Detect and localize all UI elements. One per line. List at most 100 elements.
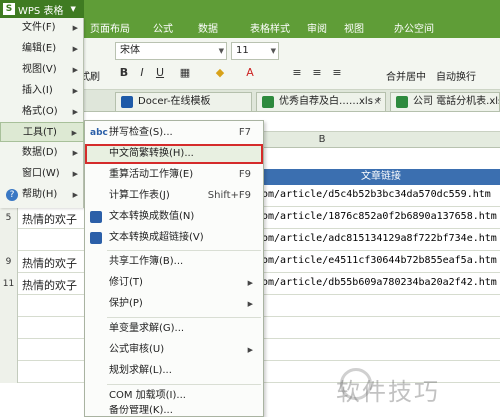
submenu-label: 文本转换成数值(N) (109, 211, 195, 222)
menu-office-space[interactable]: 办公空间 (394, 20, 434, 35)
chevron-right-icon: ▶ (72, 24, 78, 32)
cell-b[interactable]: om/article/e4511cf30644b72b855eaf5a.htm (262, 255, 497, 266)
row-number[interactable] (0, 361, 18, 383)
menu-item-help[interactable]: ? 帮助(H) ▶ (0, 185, 84, 205)
submenu-revision[interactable]: 修订(T) ▶ (85, 273, 263, 293)
submenu-chinese-conversion[interactable]: 中文简繁转换(H)... (85, 144, 263, 164)
tab-self-recommend[interactable]: 优秀自荐及白……xls * × (256, 92, 386, 111)
chevron-right-icon: ▶ (72, 108, 78, 116)
border-icon[interactable]: ▦ (178, 66, 192, 80)
submenu-text-to-number[interactable]: 文本转换成数值(N) (85, 207, 263, 227)
chevron-down-icon: ▼ (70, 5, 76, 13)
submenu-com-addins[interactable]: COM 加载项(I)... (85, 386, 263, 406)
submenu-label: 公式审核(U) (109, 344, 165, 355)
menu-item-label: 工具(T) (23, 127, 57, 138)
tab-label: 优秀自荐及白……xls * (279, 96, 382, 107)
row-number[interactable]: 5 (0, 207, 18, 229)
submenu-formula-audit[interactable]: 公式审核(U) ▶ (85, 340, 263, 360)
chevron-right-icon: ▶ (72, 45, 78, 53)
menu-table-style[interactable]: 表格样式 (250, 20, 290, 35)
submenu-recalc-workbook[interactable]: 重算活动工作簿(E) F9 (85, 165, 263, 185)
spellcheck-icon: abc (90, 128, 108, 138)
cell-a[interactable]: 热情的欢子 (22, 211, 77, 227)
cell-b[interactable]: om/article/d5c4b52b3bc34da570dc559.htm (262, 189, 491, 200)
menu-review[interactable]: 审阅 (307, 20, 327, 35)
wps-main-menu: 文件(F) ▶ 编辑(E) ▶ 视图(V) ▶ 插入(I) ▶ 格式(O) ▶ … (0, 18, 84, 208)
menu-item-label: 视图(V) (22, 64, 57, 75)
menu-item-edit[interactable]: 编辑(E) ▶ (0, 39, 84, 59)
chevron-down-icon[interactable]: ▼ (219, 43, 224, 59)
merge-center-button[interactable]: 合并居中 (386, 68, 426, 83)
chevron-right-icon: ▶ (72, 149, 78, 157)
menu-data[interactable]: 数据 (198, 20, 218, 35)
menu-item-label: 数据(D) (22, 147, 58, 158)
submenu-label: 单变量求解(G)... (109, 323, 185, 334)
submenu-solver[interactable]: 规划求解(L)... (85, 361, 263, 381)
row-number[interactable] (0, 295, 18, 317)
italic-button[interactable]: I (135, 66, 149, 80)
submenu-label: 中文简繁转换(H)... (109, 148, 194, 159)
menu-item-window[interactable]: 窗口(W) ▶ (0, 164, 84, 184)
menu-item-file[interactable]: 文件(F) ▶ (0, 18, 84, 38)
submenu-label: 计算工作表(J) (109, 190, 170, 201)
font-size-select[interactable]: 11 ▼ (231, 42, 279, 60)
submenu-backup[interactable]: 备份管理(K)... (85, 405, 263, 417)
submenu-label: 保护(P) (109, 298, 143, 309)
font-name-select[interactable]: 宋体 ▼ (115, 42, 227, 60)
help-icon: ? (6, 189, 18, 201)
tab-phone-extension[interactable]: 公司 電話分机表.xls (390, 92, 500, 111)
menu-item-label: 插入(I) (22, 85, 53, 96)
fill-color-icon[interactable]: ◆ (213, 66, 227, 80)
header-cell-article-link[interactable]: 文章链接 (262, 169, 500, 185)
row-number[interactable]: 9 (0, 251, 18, 273)
menu-item-format[interactable]: 格式(O) ▶ (0, 102, 84, 122)
tab-docer[interactable]: Docer-在线模板 (115, 92, 252, 111)
submenu-share-workbook[interactable]: 共享工作簿(B)... (85, 252, 263, 272)
underline-button[interactable]: U (153, 66, 167, 80)
row-number[interactable]: 11 (0, 273, 18, 295)
menu-view[interactable]: 视图 (344, 20, 364, 35)
submenu-goal-seek[interactable]: 单变量求解(G)... (85, 319, 263, 339)
watermark-text: 软件技巧 (336, 378, 440, 406)
submenu-label: 拼写检查(S)... (109, 127, 173, 138)
menu-formula[interactable]: 公式 (153, 20, 173, 35)
menu-item-data[interactable]: 数据(D) ▶ (0, 143, 84, 163)
cell-a[interactable]: 热情的欢子 (22, 277, 77, 293)
menu-item-tools[interactable]: 工具(T) ▶ (0, 122, 84, 142)
menu-separator (107, 250, 261, 251)
menu-item-insert[interactable]: 插入(I) ▶ (0, 81, 84, 101)
chevron-right-icon: ▶ (71, 129, 77, 137)
cell-a[interactable]: 热情的欢子 (22, 255, 77, 271)
chevron-down-icon[interactable]: ▼ (271, 43, 276, 59)
submenu-text-to-hyperlink[interactable]: 文本转换成超链接(V) (85, 228, 263, 248)
submenu-spellcheck[interactable]: abc 拼写检查(S)... F7 (85, 123, 263, 143)
align-left-icon[interactable]: ≡ (290, 66, 304, 80)
excel-icon (262, 96, 274, 108)
wrap-text-button[interactable]: 自动换行 (436, 68, 476, 83)
cell-b[interactable]: om/article/adc815134129a8f722bf734e.htm (262, 233, 497, 244)
submenu-calc-sheet[interactable]: 计算工作表(J) Shift+F9 (85, 186, 263, 206)
close-icon[interactable]: × (373, 93, 381, 111)
submenu-label: 重算活动工作簿(E) (109, 169, 194, 180)
menu-item-label: 帮助(H) (22, 189, 58, 200)
menu-separator (107, 317, 261, 318)
menu-item-view[interactable]: 视图(V) ▶ (0, 60, 84, 80)
wps-menu-button[interactable]: S WPS 表格 ▼ (0, 0, 84, 18)
row-number[interactable] (0, 339, 18, 361)
cell-b[interactable]: om/article/db55b609a780234ba20a2f42.htm (262, 277, 497, 288)
menu-page-layout[interactable]: 页面布局 (90, 20, 130, 35)
align-right-icon[interactable]: ≡ (330, 66, 344, 80)
chevron-right-icon: ▶ (247, 279, 253, 287)
chevron-right-icon: ▶ (72, 87, 78, 95)
menu-item-label: 文件(F) (22, 22, 56, 33)
font-color-icon[interactable]: A (243, 66, 257, 80)
row-number[interactable] (0, 317, 18, 339)
align-center-icon[interactable]: ≡ (310, 66, 324, 80)
bold-button[interactable]: B (117, 66, 131, 80)
docer-icon (121, 96, 133, 108)
row-number[interactable] (0, 229, 18, 251)
chevron-right-icon: ▶ (72, 191, 78, 199)
submenu-protect[interactable]: 保护(P) ▶ (85, 294, 263, 314)
cell-b[interactable]: om/article/1876c852a0f2b6890a137658.htm (262, 211, 497, 222)
column-header-b[interactable]: B (262, 132, 382, 148)
